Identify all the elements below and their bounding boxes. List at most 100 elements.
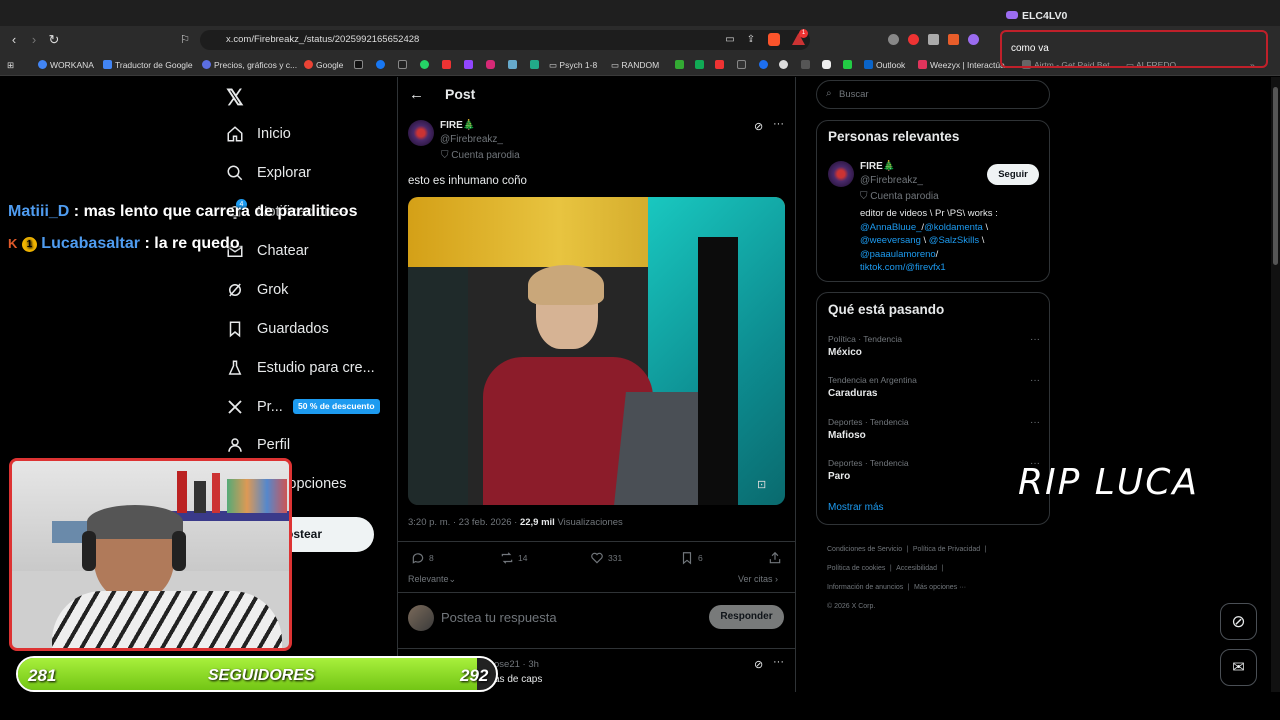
bio-link[interactable]: tiktok.com/@firevfx1 bbox=[860, 262, 946, 273]
bookmark-item[interactable] bbox=[779, 58, 791, 72]
avatar[interactable] bbox=[408, 120, 434, 146]
bio-link[interactable]: @weeversang bbox=[860, 235, 921, 246]
bookmark-item[interactable]: Precios, gráficos y c... bbox=[202, 58, 297, 72]
bookmark-item[interactable] bbox=[715, 58, 727, 72]
nav-home[interactable]: Inicio bbox=[226, 122, 291, 146]
trend-item[interactable]: Deportes · Tendencia Paro ··· bbox=[828, 458, 1040, 482]
footer-link[interactable]: Política de cookies bbox=[827, 565, 885, 572]
scrollbar-track[interactable] bbox=[1271, 77, 1280, 692]
more-icon[interactable]: ··· bbox=[1030, 417, 1040, 428]
trend-item[interactable]: Tendencia en Argentina Caraduras ··· bbox=[828, 375, 1040, 399]
share-action[interactable] bbox=[768, 551, 782, 570]
reply-input[interactable]: Postea tu respuesta bbox=[441, 610, 557, 625]
repost-action[interactable]: 14 bbox=[500, 551, 527, 565]
show-more-link[interactable]: Mostrar más bbox=[828, 502, 884, 513]
follow-button[interactable]: Seguir bbox=[987, 164, 1039, 185]
footer-link[interactable]: Más opciones ··· bbox=[914, 584, 966, 591]
search-input[interactable]: ⌕ Buscar bbox=[816, 80, 1050, 109]
reply-button[interactable]: Responder bbox=[709, 605, 784, 629]
bookmark-item[interactable]: Google bbox=[304, 58, 343, 72]
messages-float-button[interactable]: ✉ bbox=[1220, 649, 1257, 686]
grok-icon[interactable]: ⊘ bbox=[754, 658, 763, 671]
scrollbar-thumb[interactable] bbox=[1273, 87, 1278, 265]
nav-grok[interactable]: Grok bbox=[226, 278, 288, 302]
grok-float-button[interactable]: ⊘ bbox=[1220, 603, 1257, 640]
quotes-link[interactable]: Ver citas › bbox=[738, 574, 778, 584]
bookmark-item[interactable] bbox=[398, 58, 410, 72]
footer-link[interactable]: Política de Privacidad bbox=[913, 546, 980, 553]
bookmark-item[interactable] bbox=[354, 58, 366, 72]
person-name[interactable]: FIRE🎄 bbox=[860, 161, 895, 172]
nav-label: Chatear bbox=[257, 243, 309, 259]
bio-link[interactable]: @AnnaBluue_ bbox=[860, 222, 921, 233]
bookmark-item[interactable] bbox=[442, 58, 454, 72]
trend-item[interactable]: Deportes · Tendencia Mafioso ··· bbox=[828, 417, 1040, 441]
back-arrow-icon[interactable]: ← bbox=[409, 86, 424, 103]
reply-action[interactable]: 8 bbox=[411, 551, 434, 565]
more-icon[interactable]: ··· bbox=[773, 118, 784, 130]
bookmark-action[interactable]: 6 bbox=[680, 551, 703, 565]
bookmark-item[interactable] bbox=[530, 58, 542, 72]
apps-icon[interactable]: ⊞ bbox=[7, 58, 14, 72]
bio-link[interactable]: @koldamenta bbox=[924, 222, 983, 233]
nav-profile[interactable]: Perfil bbox=[226, 433, 290, 457]
bookmark-item[interactable]: Weezyx | Interactúa... bbox=[918, 58, 1012, 72]
nav-premium[interactable]: Pr... bbox=[226, 395, 283, 419]
bookmark-item[interactable] bbox=[486, 58, 498, 72]
nav-bookmarks[interactable]: Guardados bbox=[226, 317, 329, 341]
post-video[interactable]: ⊡ bbox=[408, 197, 785, 505]
bookmark-item[interactable]: Outlook bbox=[864, 58, 905, 72]
more-icon[interactable]: ··· bbox=[1030, 334, 1040, 345]
follower-goal-bar: 281 SEGUIDORES 292 bbox=[16, 656, 498, 692]
bio-link[interactable]: @paaaulamoreno bbox=[860, 249, 936, 260]
extension-icon[interactable] bbox=[888, 34, 899, 45]
grok-icon[interactable]: ⊘ bbox=[754, 120, 763, 133]
gif-icon[interactable]: ⊡ bbox=[757, 478, 766, 491]
bookmark-item[interactable] bbox=[695, 58, 707, 72]
like-action[interactable]: 331 bbox=[590, 551, 622, 565]
extension-icon[interactable] bbox=[928, 34, 939, 45]
bookmark-item[interactable] bbox=[508, 58, 520, 72]
bookmark-icon[interactable]: ⚐ bbox=[177, 32, 193, 48]
back-icon[interactable]: ‹ bbox=[6, 32, 22, 48]
cast-icon[interactable]: ▭ bbox=[722, 32, 738, 48]
bookmark-item[interactable] bbox=[822, 58, 834, 72]
reply-author[interactable]: ose21 · 3h bbox=[494, 659, 539, 670]
author-name[interactable]: FIRE🎄 bbox=[440, 120, 475, 131]
extension-icon[interactable] bbox=[968, 34, 979, 45]
address-bar[interactable]: x.com/Firebreakz_/status/202599216565242… bbox=[200, 30, 810, 50]
extension-icon[interactable] bbox=[948, 34, 959, 45]
bookmark-item[interactable] bbox=[801, 58, 813, 72]
sort-dropdown[interactable]: Relevante⌄ bbox=[408, 574, 456, 585]
more-icon[interactable]: ··· bbox=[773, 656, 784, 668]
bookmark-item[interactable] bbox=[737, 58, 749, 72]
bookmark-folder[interactable]: ▭ Psych 1-8 bbox=[549, 58, 597, 72]
forward-icon[interactable]: › bbox=[26, 32, 42, 48]
share-icon[interactable]: ⇪ bbox=[743, 32, 759, 48]
footer-link[interactable]: Información de anuncios bbox=[827, 584, 903, 591]
bookmark-item[interactable] bbox=[376, 58, 388, 72]
nav-label: Guardados bbox=[257, 321, 329, 337]
trend-item[interactable]: Política · Tendencia México ··· bbox=[828, 334, 1040, 358]
bookmark-folder[interactable]: ▭ RANDOM bbox=[611, 58, 659, 72]
person-handle[interactable]: @Firebreakz_ bbox=[860, 175, 923, 186]
reload-icon[interactable]: ↻ bbox=[46, 32, 62, 48]
nav-creator-studio[interactable]: Estudio para cre... bbox=[226, 356, 375, 380]
author-handle[interactable]: @Firebreakz_ bbox=[440, 134, 503, 145]
bookmark-item[interactable] bbox=[420, 58, 432, 72]
bookmark-item[interactable]: WORKANA bbox=[38, 58, 94, 72]
bio-link[interactable]: @SalzSkills bbox=[929, 235, 979, 246]
footer-link[interactable]: Condiciones de Servicio bbox=[827, 546, 902, 553]
nav-explore[interactable]: Explorar bbox=[226, 161, 311, 185]
bookmark-item[interactable] bbox=[843, 58, 855, 72]
footer-link[interactable]: Accesibilidad bbox=[896, 565, 937, 572]
extension-icon[interactable] bbox=[908, 34, 919, 45]
bookmark-item[interactable]: Traductor de Google bbox=[103, 58, 193, 72]
more-icon[interactable]: ··· bbox=[1030, 375, 1040, 386]
bookmark-item[interactable] bbox=[759, 58, 771, 72]
avatar[interactable] bbox=[828, 161, 854, 187]
bookmark-item[interactable] bbox=[675, 58, 687, 72]
bookmark-item[interactable] bbox=[464, 58, 476, 72]
x-logo-icon[interactable]: 𝕏 bbox=[226, 85, 244, 111]
brave-shield-icon[interactable] bbox=[768, 33, 780, 46]
